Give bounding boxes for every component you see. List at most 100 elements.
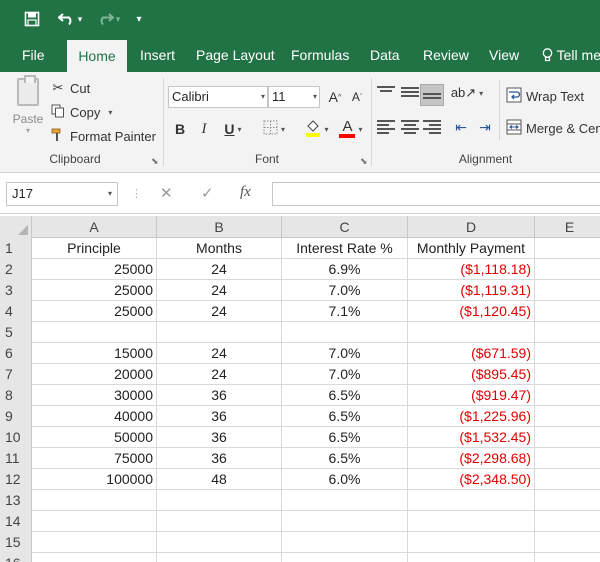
dialog-launcher-icon[interactable]: ⬊ bbox=[360, 156, 368, 167]
cell-b9[interactable]: 36 bbox=[157, 406, 282, 427]
cell-d1[interactable]: Monthly Payment bbox=[408, 238, 535, 259]
cell-a3[interactable]: 25000 bbox=[32, 280, 157, 301]
cell-c2[interactable]: 6.9% bbox=[282, 259, 408, 280]
cell-a16[interactable] bbox=[32, 553, 157, 562]
cell-d10[interactable]: ($1,532.45) bbox=[408, 427, 535, 448]
cell-d2[interactable]: ($1,118.18) bbox=[408, 259, 535, 280]
cell-b10[interactable]: 36 bbox=[157, 427, 282, 448]
cell-b15[interactable] bbox=[157, 532, 282, 553]
font-color-button[interactable]: A ▾ bbox=[336, 118, 366, 140]
cell-c4[interactable]: 7.1% bbox=[282, 301, 408, 322]
cell-e1[interactable] bbox=[535, 238, 600, 259]
cell-e2[interactable] bbox=[535, 259, 600, 280]
cell-c14[interactable] bbox=[282, 511, 408, 532]
cell-d11[interactable]: ($2,298.68) bbox=[408, 448, 535, 469]
cell-a4[interactable]: 25000 bbox=[32, 301, 157, 322]
cell-c10[interactable]: 6.5% bbox=[282, 427, 408, 448]
cell-b3[interactable]: 24 bbox=[157, 280, 282, 301]
cell-d12[interactable]: ($2,348.50) bbox=[408, 469, 535, 490]
dialog-launcher-icon[interactable]: ⬊ bbox=[151, 156, 159, 167]
formula-input[interactable] bbox=[272, 182, 600, 206]
cell-b4[interactable]: 24 bbox=[157, 301, 282, 322]
column-header-e[interactable]: E bbox=[535, 216, 600, 238]
customize-qat-icon[interactable]: ▾ bbox=[132, 8, 146, 30]
align-right-button[interactable] bbox=[420, 116, 444, 138]
row-header[interactable]: 8 bbox=[0, 385, 32, 406]
cell-c6[interactable]: 7.0% bbox=[282, 343, 408, 364]
cell-b7[interactable]: 24 bbox=[157, 364, 282, 385]
row-header[interactable]: 6 bbox=[0, 343, 32, 364]
undo-button[interactable]: ▾ bbox=[54, 8, 86, 30]
decrease-indent-button[interactable]: ⇤ bbox=[450, 116, 472, 138]
cell-a7[interactable]: 20000 bbox=[32, 364, 157, 385]
tab-view[interactable]: View bbox=[479, 38, 529, 72]
cell-c13[interactable] bbox=[282, 490, 408, 511]
row-header[interactable]: 12 bbox=[0, 469, 32, 490]
fill-color-button[interactable]: ▾ bbox=[300, 118, 334, 140]
cell-e11[interactable] bbox=[535, 448, 600, 469]
tab-home[interactable]: Home bbox=[67, 40, 127, 72]
row-header[interactable]: 4 bbox=[0, 301, 32, 322]
format-painter-button[interactable]: Format Painter bbox=[50, 126, 156, 146]
cell-e4[interactable] bbox=[535, 301, 600, 322]
row-header[interactable]: 5 bbox=[0, 322, 32, 343]
cancel-icon[interactable]: ✕ bbox=[160, 184, 173, 202]
cell-d15[interactable] bbox=[408, 532, 535, 553]
cell-e14[interactable] bbox=[535, 511, 600, 532]
bottom-align-button[interactable] bbox=[420, 84, 444, 106]
cell-e16[interactable] bbox=[535, 553, 600, 562]
row-header[interactable]: 15 bbox=[0, 532, 32, 553]
cell-b16[interactable] bbox=[157, 553, 282, 562]
enter-icon[interactable]: ✓ bbox=[201, 184, 214, 202]
select-all-button[interactable] bbox=[0, 216, 32, 238]
row-header[interactable]: 16 bbox=[0, 553, 32, 562]
paste-button[interactable]: Paste ▾ bbox=[8, 75, 48, 148]
cell-e6[interactable] bbox=[535, 343, 600, 364]
cell-a15[interactable] bbox=[32, 532, 157, 553]
cell-e15[interactable] bbox=[535, 532, 600, 553]
row-header[interactable]: 1 bbox=[0, 238, 32, 259]
cell-c7[interactable]: 7.0% bbox=[282, 364, 408, 385]
tab-insert[interactable]: Insert bbox=[130, 38, 185, 72]
cell-b6[interactable]: 24 bbox=[157, 343, 282, 364]
cell-e7[interactable] bbox=[535, 364, 600, 385]
cell-b14[interactable] bbox=[157, 511, 282, 532]
cell-e13[interactable] bbox=[535, 490, 600, 511]
row-header[interactable]: 11 bbox=[0, 448, 32, 469]
cell-a5[interactable] bbox=[32, 322, 157, 343]
tab-formulas[interactable]: Formulas bbox=[281, 38, 359, 72]
cell-a2[interactable]: 25000 bbox=[32, 259, 157, 280]
cut-button[interactable]: ✂ Cut bbox=[50, 78, 91, 98]
column-header-d[interactable]: D bbox=[408, 216, 535, 238]
cell-c8[interactable]: 6.5% bbox=[282, 385, 408, 406]
row-header[interactable]: 10 bbox=[0, 427, 32, 448]
cell-a9[interactable]: 40000 bbox=[32, 406, 157, 427]
cell-d13[interactable] bbox=[408, 490, 535, 511]
underline-button[interactable]: U ▾ bbox=[218, 118, 248, 140]
cell-d7[interactable]: ($895.45) bbox=[408, 364, 535, 385]
shrink-font-button[interactable]: Aˇ bbox=[348, 86, 366, 108]
save-icon[interactable] bbox=[22, 8, 42, 30]
merge-center-button[interactable]: Merge & Center bbox=[506, 118, 600, 138]
cell-d14[interactable] bbox=[408, 511, 535, 532]
row-header[interactable]: 3 bbox=[0, 280, 32, 301]
cell-b5[interactable] bbox=[157, 322, 282, 343]
cell-d6[interactable]: ($671.59) bbox=[408, 343, 535, 364]
row-header[interactable]: 9 bbox=[0, 406, 32, 427]
cell-e8[interactable] bbox=[535, 385, 600, 406]
cell-a13[interactable] bbox=[32, 490, 157, 511]
tab-file[interactable]: File bbox=[12, 38, 55, 72]
cell-d4[interactable]: ($1,120.45) bbox=[408, 301, 535, 322]
top-align-button[interactable] bbox=[374, 82, 398, 104]
redo-button[interactable]: ▾ bbox=[92, 8, 124, 30]
cell-e5[interactable] bbox=[535, 322, 600, 343]
cell-b12[interactable]: 48 bbox=[157, 469, 282, 490]
column-header-a[interactable]: A bbox=[32, 216, 157, 238]
cell-a11[interactable]: 75000 bbox=[32, 448, 157, 469]
column-header-c[interactable]: C bbox=[282, 216, 408, 238]
cell-d8[interactable]: ($919.47) bbox=[408, 385, 535, 406]
align-left-button[interactable] bbox=[374, 116, 398, 138]
font-size-combo[interactable]: 11 ▾ bbox=[268, 86, 320, 108]
row-header[interactable]: 7 bbox=[0, 364, 32, 385]
cell-a6[interactable]: 15000 bbox=[32, 343, 157, 364]
